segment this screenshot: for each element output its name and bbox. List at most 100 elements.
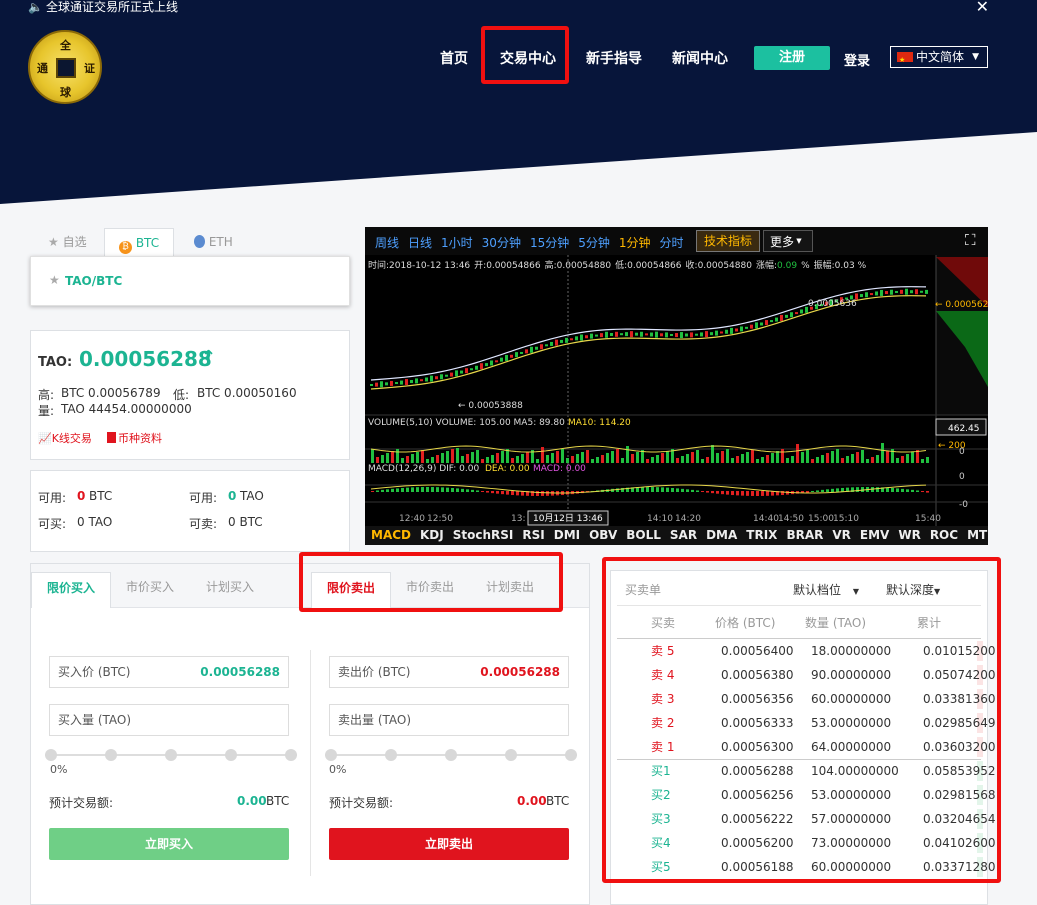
- chart-line-icon: 📈: [38, 432, 52, 445]
- indicator-tab[interactable]: EMV: [860, 528, 889, 542]
- sell-price-input[interactable]: 卖出价 (BTC) 0.00056288: [329, 656, 569, 688]
- svg-text:MACD: 0.00: MACD: 0.00: [533, 464, 586, 474]
- slider-dot[interactable]: [385, 749, 397, 761]
- slider-dot[interactable]: [565, 749, 577, 761]
- low-value: BTC 0.00050160: [197, 386, 297, 400]
- indicator-tab[interactable]: WR: [898, 528, 920, 542]
- svg-text:14:10: 14:10: [647, 514, 673, 524]
- svg-text:15:40: 15:40: [915, 514, 941, 524]
- ethereum-icon: [194, 235, 205, 248]
- sell-estimate: 0.00: [517, 794, 547, 808]
- tab-favorites[interactable]: ★ 自选: [34, 228, 101, 258]
- nav-guide[interactable]: 新手指导: [586, 48, 642, 68]
- buy_tabs-tab-1[interactable]: 市价买入: [111, 572, 189, 608]
- buy-percent-slider[interactable]: [45, 747, 297, 763]
- slider-dot[interactable]: [105, 749, 117, 761]
- sell-now-button[interactable]: 立即卖出: [329, 828, 569, 860]
- pair-card[interactable]: ★ TAO/BTC: [30, 256, 350, 306]
- svg-text:13:: 13:: [511, 514, 525, 524]
- sell-percent-slider[interactable]: [325, 747, 577, 763]
- buy-now-button[interactable]: 立即买入: [49, 828, 289, 860]
- nav-news[interactable]: 新闻中心: [672, 48, 728, 68]
- svg-text:0: 0: [959, 447, 965, 457]
- register-button[interactable]: 注册: [754, 46, 830, 70]
- svg-text:0: 0: [959, 472, 965, 482]
- indicator-tab[interactable]: KDJ: [420, 528, 444, 542]
- buy-price-input[interactable]: 买入价 (BTC) 0.00056288: [49, 656, 289, 688]
- svg-text:14:50: 14:50: [778, 514, 804, 524]
- arrow-up-icon: ↑: [201, 347, 217, 368]
- indicator-tab[interactable]: DMA: [706, 528, 737, 542]
- slider-dot[interactable]: [445, 749, 457, 761]
- highlight-box-orderbook: [602, 557, 1001, 883]
- indicator-tab[interactable]: RSI: [522, 528, 544, 542]
- indicator-tab[interactable]: BOLL: [626, 528, 661, 542]
- indicator-tab[interactable]: ROC: [930, 528, 958, 542]
- bitcoin-icon: ₿: [119, 241, 132, 254]
- caret-down-icon: ▼: [972, 52, 979, 62]
- svg-text:VOLUME(5,10) VOLUME: 105.00: VOLUME(5,10) VOLUME: 105.00 MA5: 89.80: [368, 418, 565, 428]
- buy-amount-input[interactable]: 买入量 (TAO): [49, 704, 289, 736]
- balance-panel: 可用: 0 BTC 可用: 0 TAO 可买: 0 TAO 可卖: 0 BTC: [30, 470, 350, 552]
- last-price-tag: ← 0.0005628: [935, 300, 988, 310]
- indicator-tab[interactable]: SAR: [670, 528, 697, 542]
- svg-text:14:20: 14:20: [675, 514, 701, 524]
- ticker-symbol: TAO:: [38, 355, 73, 370]
- document-icon: [107, 432, 116, 443]
- slider-dot[interactable]: [505, 749, 517, 761]
- buy_tabs-tab-0[interactable]: 限价买入: [31, 572, 112, 608]
- high-value: BTC 0.00056789: [61, 386, 161, 400]
- indicator-tab[interactable]: OBV: [589, 528, 617, 542]
- price-min-label: ← 0.00053888: [458, 401, 523, 411]
- indicator-tab[interactable]: VR: [832, 528, 851, 542]
- slider-dot[interactable]: [325, 749, 337, 761]
- ticker-panel: TAO: 0.00056288 ↑ 高: BTC 0.00056789 低: B…: [30, 330, 350, 460]
- login-link[interactable]: 登录: [844, 50, 870, 69]
- kline-link[interactable]: 📈K线交易: [38, 430, 92, 446]
- svg-text:12:50: 12:50: [427, 514, 453, 524]
- sell-percent: 0%: [329, 763, 347, 776]
- kline-chart[interactable]: 周线 日线 1小时 30分钟 15分钟 5分钟 1分钟 分时 技术指标 更多 ▼ ⛶ 时间:2…: [365, 227, 988, 545]
- pair-name: TAO/BTC: [65, 274, 123, 288]
- highlight-box-sell-tabs: [299, 552, 563, 612]
- language-select[interactable]: 中文简体 ▼: [890, 46, 988, 70]
- indicator-tab[interactable]: MTM: [967, 528, 988, 542]
- star-icon[interactable]: ★: [49, 273, 60, 287]
- buy-percent: 0%: [50, 763, 68, 776]
- indicator-tab[interactable]: TRIX: [746, 528, 777, 542]
- nav-home[interactable]: 首页: [440, 48, 468, 68]
- site-logo[interactable]: 全 通 证 球: [28, 30, 102, 104]
- market-tabs: ★ 自选 ₿ BTC ETH: [30, 228, 350, 258]
- announcement-bar: 🔈 全球通证交易所正式上线: [0, 0, 1037, 14]
- highlight-box-nav: [481, 26, 569, 84]
- speaker-icon: 🔈: [28, 0, 43, 14]
- indicator-tab[interactable]: BRAR: [786, 528, 823, 542]
- sell-amount-input[interactable]: 卖出量 (TAO): [329, 704, 569, 736]
- svg-text:MA10: 114.20: MA10: 114.20: [568, 418, 631, 428]
- coin-info-link[interactable]: 币种资料: [107, 430, 162, 446]
- volume-tag: 462.45: [948, 424, 980, 434]
- chart-canvas[interactable]: 0.0005636← 0.00053888← 0.0005628VOLUME(5…: [365, 227, 988, 545]
- slider-dot[interactable]: [165, 749, 177, 761]
- price-max-label: 0.0005636: [808, 299, 857, 309]
- svg-text:15:10: 15:10: [833, 514, 859, 524]
- svg-text:MACD(12,26,9) DIF: 0.00: MACD(12,26,9) DIF: 0.00: [368, 464, 479, 474]
- tab-eth[interactable]: ETH: [180, 228, 247, 258]
- china-flag-icon: [897, 50, 913, 70]
- volume-value: TAO 44454.00000000: [61, 402, 192, 416]
- slider-dot[interactable]: [285, 749, 297, 761]
- indicator-tab[interactable]: MACD: [371, 528, 411, 542]
- logo-square: [56, 58, 76, 78]
- svg-text:-0: -0: [959, 500, 968, 510]
- indicator-tab[interactable]: StochRSI: [453, 528, 514, 542]
- tab-btc[interactable]: ₿ BTC: [104, 228, 175, 258]
- svg-text:12:40: 12:40: [399, 514, 425, 524]
- slider-dot[interactable]: [45, 749, 57, 761]
- svg-text:DEA: 0.00: DEA: 0.00: [485, 464, 530, 474]
- buy_tabs-tab-2[interactable]: 计划买入: [191, 572, 269, 608]
- indicator-bar: MACD KDJ StochRSI RSI DMI OBV BOLL SAR DMA TRIX BR…: [365, 526, 988, 545]
- crosshair-time-tag: 10月12日 13:46: [533, 513, 603, 524]
- slider-dot[interactable]: [225, 749, 237, 761]
- buy-estimate: 0.00: [237, 794, 267, 808]
- indicator-tab[interactable]: DMI: [554, 528, 580, 542]
